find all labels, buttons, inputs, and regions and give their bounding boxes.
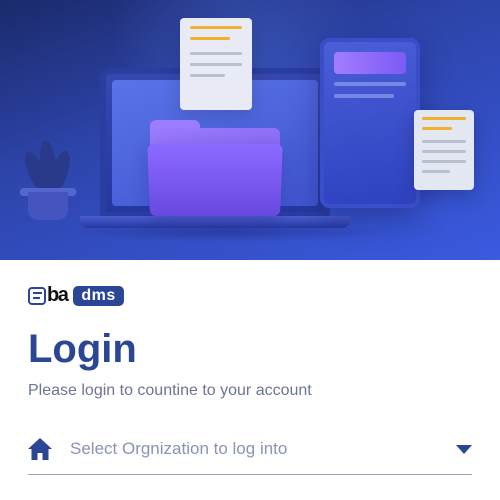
organization-select-placeholder: Select Orgnization to log into: [70, 439, 438, 459]
chevron-down-icon: [456, 445, 472, 454]
brand-logo: ba dms: [28, 284, 472, 307]
document-front-illustration: [414, 110, 474, 190]
page-subtitle: Please login to countine to your account: [28, 382, 472, 400]
home-icon: [28, 438, 52, 460]
page-title: Login: [28, 327, 472, 372]
brand-dms-badge: dms: [73, 286, 123, 306]
folder-illustration: [150, 120, 280, 212]
tablet-illustration: [320, 38, 420, 208]
brand-eba: ba: [28, 284, 67, 307]
organization-select[interactable]: Select Orgnization to log into: [28, 438, 472, 475]
hero-illustration: [0, 0, 500, 260]
laptop-base: [80, 216, 350, 228]
document-back-illustration: [180, 18, 252, 110]
brand-e-icon: [28, 287, 46, 305]
login-panel: ba dms Login Please login to countine to…: [0, 260, 500, 475]
